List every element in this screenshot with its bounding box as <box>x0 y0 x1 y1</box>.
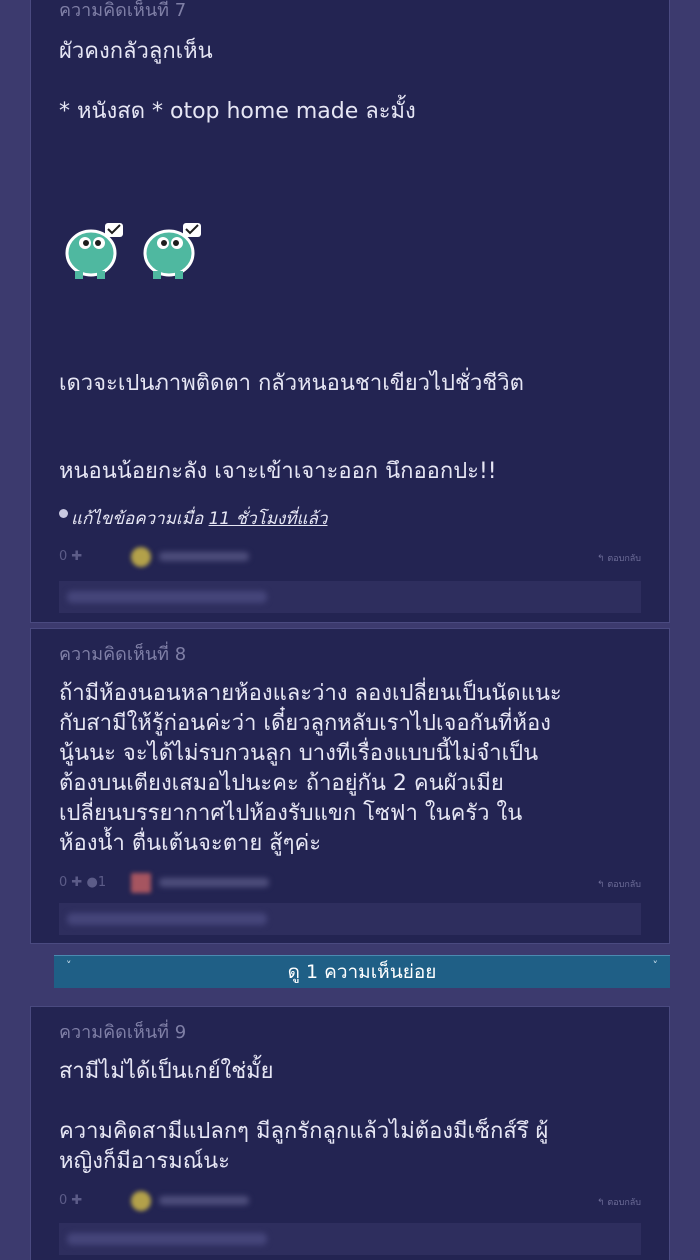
username-blurred[interactable] <box>159 1196 249 1205</box>
chevron-down-icon: ˅ <box>652 959 659 972</box>
reply-button[interactable]: ↰ ตอบกลับ <box>597 551 641 565</box>
vote-value: 0 <box>59 549 68 564</box>
chevron-down-icon: ˅ <box>66 959 72 972</box>
emotion-count: 1 <box>97 875 107 890</box>
comment-text-line: ผัวคงกลัวลูกเห็น <box>59 39 213 64</box>
reply-label: ตอบกลับ <box>607 880 641 890</box>
comment-text-line: หนอนน้อยกะลัง เจาะเข้าเจาะออก นึกออกปะ!! <box>59 459 497 484</box>
view-sub-replies-button[interactable]: ˅ ดู 1 ความเห็นย่อย ˅ <box>54 955 670 988</box>
comment-text-line: ต้องบนเตียงเสมอไปนะคะ ถ้าอยู่กัน 2 คนผัว… <box>59 771 504 796</box>
username-blurred[interactable] <box>159 878 269 887</box>
edited-note: แก้ไขข้อความเมื่อ 11 ชั่วโมงที่แล้ว <box>59 505 327 532</box>
avatar[interactable] <box>131 1191 151 1211</box>
avatar[interactable] <box>131 547 151 567</box>
reply-input-blurred[interactable] <box>59 903 641 935</box>
reply-icon: ↰ <box>596 1198 608 1208</box>
reply-button[interactable]: ↰ ตอบกลับ <box>597 877 641 891</box>
comment-text-line: ห้องน้ำ ตื่นเต้นจะตาย สู้ๆค่ะ <box>59 831 322 856</box>
edited-time-link[interactable]: 11 ชั่วโมงที่แล้ว <box>209 509 328 529</box>
comment-number: ความคิดเห็นที่ 7 <box>59 0 187 21</box>
plus-icon[interactable]: ✚ <box>71 549 82 564</box>
sticker-icon <box>61 219 127 281</box>
thread-page: ความคิดเห็นที่ 7 ผัวคงกลัวลูกเห็น * หนัง… <box>0 0 700 1260</box>
comment-text-line: นู้นนะ จะได้ไม่รบกวนลูก บางทีเรื่องแบบนี… <box>59 741 539 766</box>
comment-text-line: เดวจะเปนภาพติดตา กลัวหนอนชาเขียวไปชั่วชี… <box>59 371 524 396</box>
comment-text-line: ถ้ามีห้องนอนหลายห้องและว่าง ลองเปลี่ยนเป… <box>59 681 562 706</box>
view-sub-replies-label: ดู 1 ความเห็นย่อย <box>287 961 437 983</box>
comment-text-line: * หนังสด * otop home made ละมั้ง <box>59 99 416 124</box>
vote-count[interactable]: 0 ✚ ●1 <box>59 875 106 890</box>
reply-icon: ↰ <box>596 880 608 890</box>
vote-count[interactable]: 0 ✚ <box>59 549 82 564</box>
reply-icon: ↰ <box>596 554 608 564</box>
dot-icon <box>59 509 68 518</box>
comment-card-9: ความคิดเห็นที่ 9 สามีไม่ได้เป็นเกย์ใช่มั… <box>30 1006 670 1260</box>
comment-text-line: กับสามีให้รู้ก่อนค่ะว่า เดี๋ยวลูกหลับเรา… <box>59 711 551 736</box>
plus-icon[interactable]: ✚ <box>71 875 82 890</box>
reply-input-blurred[interactable] <box>59 1223 641 1255</box>
avatar[interactable] <box>131 873 151 893</box>
comment-card-7: ความคิดเห็นที่ 7 ผัวคงกลัวลูกเห็น * หนัง… <box>30 0 670 623</box>
comment-meta: 0 ✚ ↰ ตอบกลับ <box>59 547 641 569</box>
reply-button[interactable]: ↰ ตอบกลับ <box>597 1195 641 1209</box>
vote-value: 0 <box>59 1193 68 1208</box>
comment-text-line: สามีไม่ได้เป็นเกย์ใช่มั้ย <box>59 1059 274 1084</box>
comment-number: ความคิดเห็นที่ 9 <box>59 1022 187 1043</box>
comment-meta: 0 ✚ ↰ ตอบกลับ <box>59 1191 641 1213</box>
comment-text-line: เปลี่ยนบรรยากาศไปห้องรับแขก โซฟา ในครัว … <box>59 801 523 826</box>
vote-value: 0 <box>59 875 68 890</box>
vote-count[interactable]: 0 ✚ <box>59 1193 82 1208</box>
edited-prefix: แก้ไขข้อความเมื่อ <box>71 509 209 529</box>
comment-text-line: หญิงก็มีอารมณ์นะ <box>59 1149 230 1174</box>
comment-meta: 0 ✚ ●1 ↰ ตอบกลับ <box>59 873 641 895</box>
comment-text-line: ความคิดสามีแปลกๆ มีลูกรักลูกแล้วไม่ต้องม… <box>59 1119 549 1144</box>
reply-label: ตอบกลับ <box>607 1198 641 1208</box>
plus-icon[interactable]: ✚ <box>71 1193 82 1208</box>
reply-input-blurred[interactable] <box>59 581 641 613</box>
username-blurred[interactable] <box>159 552 249 561</box>
comment-card-8: ความคิดเห็นที่ 8 ถ้ามีห้องนอนหลายห้องและ… <box>30 628 670 944</box>
emotion-icon: ● <box>86 875 98 890</box>
reply-label: ตอบกลับ <box>607 554 641 564</box>
sticker-icon <box>139 219 205 281</box>
comment-number: ความคิดเห็นที่ 8 <box>59 644 187 665</box>
